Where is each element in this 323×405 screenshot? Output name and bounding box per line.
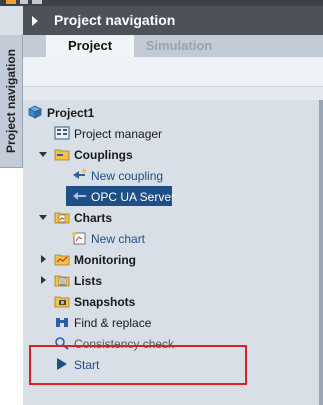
expand-toggle-icon[interactable]	[41, 276, 46, 284]
tab-simulation[interactable]: Simulation	[134, 35, 224, 57]
tree-item-new-coupling[interactable]: New coupling	[23, 165, 319, 186]
side-panel-blank	[0, 168, 23, 405]
panel-title: Project navigation	[54, 12, 176, 28]
new-chart-icon	[71, 231, 86, 245]
tree-item-project-manager[interactable]: Project manager	[23, 123, 319, 144]
folder-icon	[54, 296, 70, 308]
quick-access-icons	[6, 0, 42, 4]
highlight-annotation-box	[29, 345, 247, 385]
expand-toggle-icon[interactable]	[41, 255, 46, 263]
tree-item-project1[interactable]: Project1	[23, 102, 319, 123]
side-tab-project-navigation[interactable]: Project navigation	[0, 35, 23, 168]
tree-item-label: New chart	[91, 231, 146, 246]
folder-icon	[54, 275, 70, 287]
find-replace-icon	[56, 318, 68, 327]
tree-item-label: Snapshots	[74, 294, 136, 309]
tree-item-label: New coupling	[91, 168, 164, 183]
tree-item-label: Couplings	[74, 147, 133, 162]
collapse-arrow-icon[interactable]	[32, 16, 38, 26]
project-icon	[28, 105, 42, 119]
tree-item-label: Project1	[47, 105, 95, 120]
coupling-icon	[73, 192, 86, 200]
tree-item-label: Find & replace	[74, 315, 152, 330]
tree-item-charts[interactable]: Charts	[23, 207, 319, 228]
tree-item-label: Monitoring	[74, 252, 136, 267]
tree-item-label: OPC UA Server	[91, 189, 176, 204]
new-coupling-icon	[73, 169, 86, 179]
expand-toggle-icon[interactable]	[39, 152, 47, 157]
expand-toggle-icon[interactable]	[39, 215, 47, 220]
tree-item-lists[interactable]: Lists	[23, 270, 319, 291]
vertical-scrollbar[interactable]	[319, 100, 323, 405]
tree-item-label: Project manager	[74, 126, 163, 141]
folder-icon	[54, 212, 70, 224]
tree-item-new-chart[interactable]: New chart	[23, 228, 319, 249]
toolbar-separator	[23, 86, 323, 100]
tree-item-opc-ua-server[interactable]: OPC UA Server	[23, 186, 319, 207]
panel-title-bar: Project navigation	[23, 6, 323, 35]
folder-icon	[54, 254, 70, 266]
side-tab-label: Project navigation	[4, 48, 18, 154]
tree-item-snapshots[interactable]: Snapshots	[23, 291, 319, 312]
tree-item-couplings[interactable]: Couplings	[23, 144, 319, 165]
panel-toolbar	[23, 57, 323, 86]
folder-icon	[54, 149, 70, 161]
project-manager-icon	[54, 126, 70, 140]
tree-item-find-replace[interactable]: Find & replace	[23, 312, 319, 333]
tab-strip: Project Simulation	[23, 35, 323, 57]
tree-item-monitoring[interactable]: Monitoring	[23, 249, 319, 270]
tab-project[interactable]: Project	[46, 35, 134, 57]
tree-item-label: Charts	[74, 210, 113, 225]
tree-item-label: Lists	[74, 273, 103, 288]
